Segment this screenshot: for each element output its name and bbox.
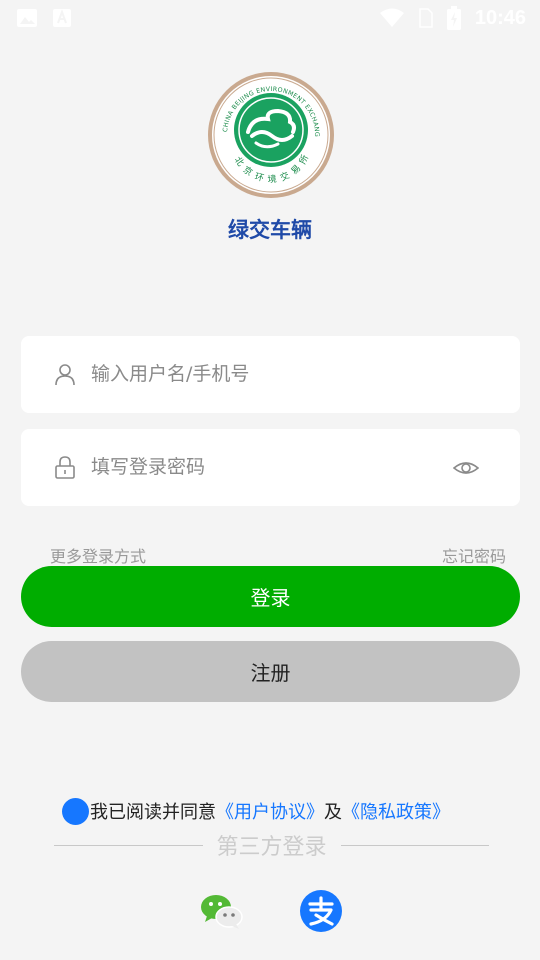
wifi-icon — [379, 8, 404, 27]
user-agreement-link[interactable]: 《用户协议》 — [216, 798, 324, 824]
third-party-divider: 第三方登录 — [54, 829, 490, 861]
divider-line-right — [340, 844, 490, 846]
third-party-label: 第三方登录 — [216, 835, 327, 860]
forgot-password-link[interactable]: 忘记密码 — [442, 543, 506, 567]
agreement-prefix: 我已阅读并同意 — [90, 802, 216, 823]
wechat-icon[interactable] — [199, 889, 243, 933]
font-icon — [53, 9, 71, 27]
agreement-and: 及 — [324, 802, 342, 823]
app-title: 绿交车辆 — [228, 218, 312, 242]
battery-icon — [446, 6, 461, 30]
privacy-policy-link[interactable]: 《隐私政策》 — [342, 798, 450, 824]
username-field-container[interactable] — [21, 336, 520, 413]
image-icon — [17, 9, 37, 27]
alipay-icon[interactable] — [299, 889, 343, 933]
login-button[interactable]: 登录 — [21, 566, 520, 627]
agreement-checkbox[interactable] — [62, 797, 89, 825]
app-logo: CHINA BEIJING ENVIRONMENT EXCHANGE 北京环境交… — [204, 65, 336, 200]
agreement-row: 我已阅读并同意 《用户协议》 及 《隐私政策》 — [62, 796, 450, 826]
eye-icon[interactable] — [453, 456, 479, 480]
divider-line-left — [54, 844, 203, 846]
status-bar: 10:46 — [0, 0, 540, 36]
clock: 10:46 — [474, 6, 526, 29]
more-login-methods-link[interactable]: 更多登录方式 — [50, 543, 146, 567]
username-input[interactable] — [91, 354, 451, 394]
password-input[interactable] — [91, 447, 451, 487]
password-field-container[interactable] — [21, 429, 520, 506]
register-button[interactable]: 注册 — [21, 641, 520, 702]
sim-icon — [419, 8, 433, 28]
user-icon — [55, 364, 75, 386]
lock-icon — [55, 456, 75, 479]
